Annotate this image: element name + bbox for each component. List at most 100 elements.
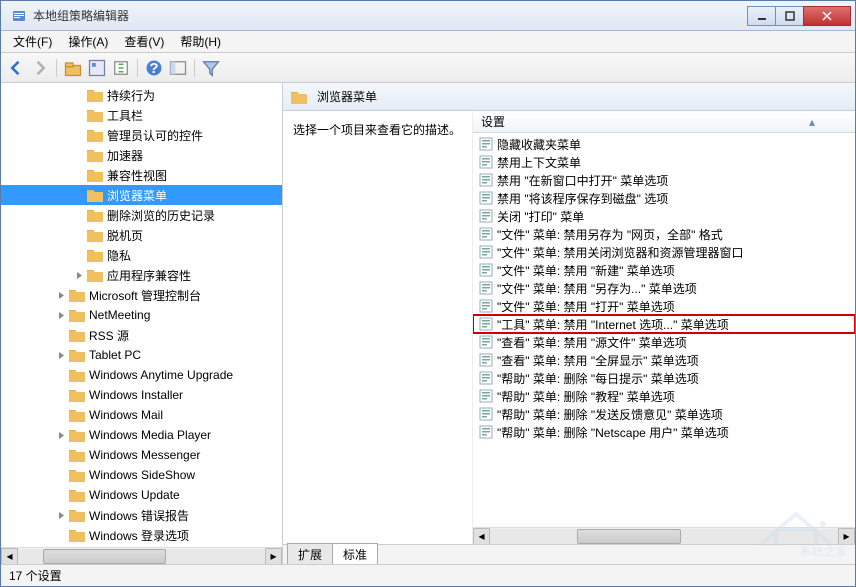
tree-node[interactable]: 加速器	[1, 145, 282, 165]
tree-node[interactable]: 工具栏	[1, 105, 282, 125]
toolbar-properties-icon[interactable]	[86, 57, 108, 79]
tree-node-label: 持续行为	[107, 87, 155, 104]
tree-node[interactable]: Windows 错误报告	[1, 505, 282, 525]
column-header-setting[interactable]: 设置 ▴	[473, 111, 855, 133]
tree-expand-icon	[73, 229, 85, 241]
maximize-button[interactable]	[775, 6, 804, 26]
tree-node[interactable]: Windows Media Player	[1, 425, 282, 445]
settings-list[interactable]: 隐藏收藏夹菜单禁用上下文菜单禁用 "在新窗口中打开" 菜单选项禁用 "将该程序保…	[473, 133, 855, 527]
setting-label: "工具" 菜单: 禁用 "Internet 选项..." 菜单选项	[497, 316, 729, 333]
tree-node[interactable]: 持续行为	[1, 85, 282, 105]
tree-expand-icon[interactable]	[55, 309, 67, 321]
toolbar-help-icon[interactable]: ?	[143, 57, 165, 79]
minimize-button[interactable]	[747, 6, 776, 26]
setting-item[interactable]: 禁用 "将该程序保存到磁盘" 选项	[473, 189, 855, 207]
tree-node[interactable]: Windows 登录选项	[1, 525, 282, 545]
description-panel: 选择一个项目来查看它的描述。	[283, 111, 473, 544]
tree-pane: 持续行为工具栏管理员认可的控件加速器兼容性视图浏览器菜单删除浏览的历史记录脱机页…	[1, 83, 283, 564]
menu-file[interactable]: 文件(F)	[5, 31, 60, 52]
menubar: 文件(F) 操作(A) 查看(V) 帮助(H)	[1, 31, 855, 53]
tree-expand-icon	[55, 489, 67, 501]
tree-node[interactable]: 脱机页	[1, 225, 282, 245]
setting-label: "帮助" 菜单: 删除 "Netscape 用户" 菜单选项	[497, 424, 729, 441]
content-area: 持续行为工具栏管理员认可的控件加速器兼容性视图浏览器菜单删除浏览的历史记录脱机页…	[1, 83, 855, 564]
tree-node-label: Windows Media Player	[89, 428, 211, 442]
policy-icon	[479, 317, 493, 331]
tree-expand-icon[interactable]	[55, 509, 67, 521]
policy-icon	[479, 155, 493, 169]
setting-item[interactable]: "文件" 菜单: 禁用 "另存为..." 菜单选项	[473, 279, 855, 297]
menu-action[interactable]: 操作(A)	[60, 31, 116, 52]
setting-item[interactable]: "工具" 菜单: 禁用 "Internet 选项..." 菜单选项	[473, 315, 855, 333]
tree-node-label: 隐私	[107, 247, 131, 264]
tree-node[interactable]: Windows Anytime Upgrade	[1, 365, 282, 385]
tree-node-label: Windows 登录选项	[89, 527, 189, 544]
tree-node[interactable]: 应用程序兼容性	[1, 265, 282, 285]
setting-label: 禁用 "在新窗口中打开" 菜单选项	[497, 172, 668, 189]
tree-expand-icon[interactable]	[73, 269, 85, 281]
menu-help[interactable]: 帮助(H)	[172, 31, 229, 52]
setting-item[interactable]: "帮助" 菜单: 删除 "Netscape 用户" 菜单选项	[473, 423, 855, 441]
policy-icon	[479, 371, 493, 385]
tree-node[interactable]: 隐私	[1, 245, 282, 265]
tree-horizontal-scrollbar[interactable]: ◂ ▸	[1, 547, 282, 564]
tree-node-label: 管理员认可的控件	[107, 127, 203, 144]
tree-node[interactable]: NetMeeting	[1, 305, 282, 325]
tree-node-label: Windows Messenger	[89, 448, 200, 462]
setting-item[interactable]: "文件" 菜单: 禁用关闭浏览器和资源管理器窗口	[473, 243, 855, 261]
setting-item[interactable]: "查看" 菜单: 禁用 "源文件" 菜单选项	[473, 333, 855, 351]
folder-icon	[69, 348, 85, 362]
folder-icon	[87, 128, 103, 142]
toolbar-up-icon[interactable]	[62, 57, 84, 79]
setting-item[interactable]: 隐藏收藏夹菜单	[473, 135, 855, 153]
list-horizontal-scrollbar[interactable]: ◂ ▸	[473, 527, 855, 544]
tree-node[interactable]: 兼容性视图	[1, 165, 282, 185]
setting-item[interactable]: "文件" 菜单: 禁用 "新建" 菜单选项	[473, 261, 855, 279]
setting-item[interactable]: "文件" 菜单: 禁用 "打开" 菜单选项	[473, 297, 855, 315]
tree-expand-icon	[73, 109, 85, 121]
tab-standard[interactable]: 标准	[332, 543, 378, 564]
toolbar-forward-icon[interactable]	[29, 57, 51, 79]
close-button[interactable]	[803, 6, 851, 26]
tree-node[interactable]: Windows SideShow	[1, 465, 282, 485]
policy-icon	[479, 389, 493, 403]
policy-icon	[479, 281, 493, 295]
policy-icon	[479, 299, 493, 313]
tree-node[interactable]: Windows Mail	[1, 405, 282, 425]
folder-icon	[87, 208, 103, 222]
toolbar-show-hide-icon[interactable]	[167, 57, 189, 79]
tree-node[interactable]: Windows Update	[1, 485, 282, 505]
tab-extended[interactable]: 扩展	[287, 543, 333, 564]
setting-item[interactable]: 禁用上下文菜单	[473, 153, 855, 171]
tree-node[interactable]: Windows Messenger	[1, 445, 282, 465]
tree-node[interactable]: Tablet PC	[1, 345, 282, 365]
tree-view[interactable]: 持续行为工具栏管理员认可的控件加速器兼容性视图浏览器菜单删除浏览的历史记录脱机页…	[1, 83, 282, 547]
tree-node[interactable]: RSS 源	[1, 325, 282, 345]
tree-node[interactable]: 管理员认可的控件	[1, 125, 282, 145]
tree-expand-icon	[55, 389, 67, 401]
tree-expand-icon[interactable]	[55, 429, 67, 441]
toolbar-back-icon[interactable]	[5, 57, 27, 79]
tree-node[interactable]: 删除浏览的历史记录	[1, 205, 282, 225]
tree-node[interactable]: Microsoft 管理控制台	[1, 285, 282, 305]
folder-icon	[69, 328, 85, 342]
toolbar-filter-icon[interactable]	[200, 57, 222, 79]
tree-node-label: NetMeeting	[89, 308, 150, 322]
tree-expand-icon[interactable]	[55, 349, 67, 361]
setting-item[interactable]: "文件" 菜单: 禁用另存为 "网页，全部" 格式	[473, 225, 855, 243]
tree-node-label: Microsoft 管理控制台	[89, 287, 201, 304]
setting-item[interactable]: "帮助" 菜单: 删除 "教程" 菜单选项	[473, 387, 855, 405]
setting-item[interactable]: "帮助" 菜单: 删除 "每日提示" 菜单选项	[473, 369, 855, 387]
tree-node-label: 兼容性视图	[107, 167, 167, 184]
tree-expand-icon[interactable]	[55, 289, 67, 301]
menu-view[interactable]: 查看(V)	[116, 31, 172, 52]
setting-item[interactable]: "查看" 菜单: 禁用 "全屏显示" 菜单选项	[473, 351, 855, 369]
tree-node[interactable]: Windows Installer	[1, 385, 282, 405]
setting-item[interactable]: "帮助" 菜单: 删除 "发送反馈意见" 菜单选项	[473, 405, 855, 423]
setting-item[interactable]: 禁用 "在新窗口中打开" 菜单选项	[473, 171, 855, 189]
titlebar[interactable]: 本地组策略编辑器	[1, 1, 855, 31]
toolbar-export-icon[interactable]	[110, 57, 132, 79]
setting-item[interactable]: 关闭 "打印" 菜单	[473, 207, 855, 225]
tree-node[interactable]: 浏览器菜单	[1, 185, 282, 205]
detail-tabs: 扩展 标准	[283, 544, 855, 564]
